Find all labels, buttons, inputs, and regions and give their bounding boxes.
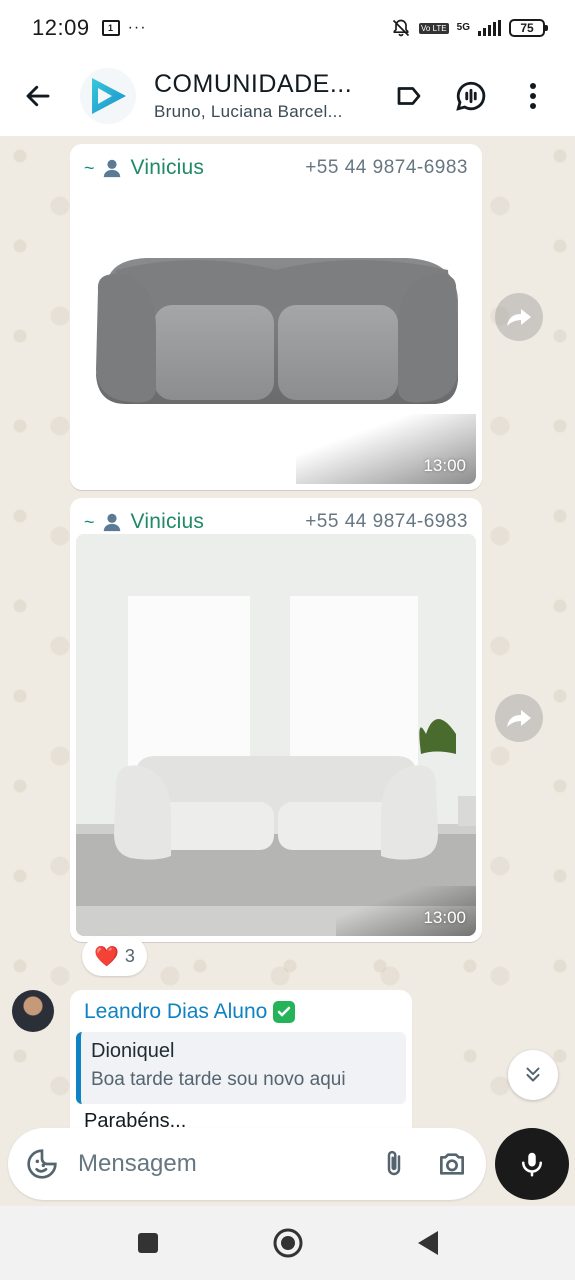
forward-button[interactable] xyxy=(495,293,543,341)
sender-name[interactable]: Vinicius xyxy=(131,510,205,534)
chat-header: COMUNIDADE... Bruno, Luciana Barcel... xyxy=(0,56,575,136)
forward-icon xyxy=(507,309,531,326)
status-bar: 12:09 1 ··· Vo LTE 5G 75 xyxy=(0,0,575,56)
status-right: Vo LTE 5G 75 xyxy=(391,18,548,38)
quote-author: Dioniquel xyxy=(91,1040,175,1062)
sender-row: ~ Vinicius +55 44 9874-6983 xyxy=(84,510,468,534)
camera-icon xyxy=(440,1153,464,1175)
nav-back-icon xyxy=(417,1231,438,1255)
message-bubble[interactable]: ~ Vinicius +55 44 9874-6983 13:00 xyxy=(70,498,482,942)
group-members: Bruno, Luciana Barcel... xyxy=(154,102,343,121)
header-actions xyxy=(389,76,553,116)
message-input[interactable] xyxy=(78,1150,354,1178)
voice-chat-button[interactable] xyxy=(451,76,491,116)
group-avatar[interactable] xyxy=(80,68,136,124)
status-time: 12:09 xyxy=(32,15,90,40)
group-title: COMUNIDADE... xyxy=(154,70,353,98)
scroll-down-button[interactable] xyxy=(508,1050,558,1100)
network-type: 5G xyxy=(456,22,470,33)
more-options-button[interactable] xyxy=(513,76,553,116)
system-nav-bar xyxy=(0,1206,575,1280)
heart-emoji: ❤️ xyxy=(94,945,119,968)
sender-row: Leandro Dias Aluno xyxy=(84,1000,296,1024)
sticker-icon xyxy=(27,1149,57,1179)
camera-button[interactable] xyxy=(434,1146,470,1182)
check-mark-icon xyxy=(273,1001,296,1023)
sender-row: ~ Vinicius +55 44 9874-6983 xyxy=(84,156,468,180)
quoted-message[interactable]: Dioniquel Boa tarde tarde sou novo aqui xyxy=(76,1032,406,1104)
bell-off-icon xyxy=(392,19,410,37)
signal-icon xyxy=(478,20,501,36)
forward-icon xyxy=(507,710,531,727)
more-vert-icon xyxy=(530,83,536,109)
nav-back-button[interactable] xyxy=(408,1223,448,1263)
mic-icon xyxy=(522,1152,542,1177)
nav-recent-button[interactable] xyxy=(128,1223,168,1263)
person-icon xyxy=(103,513,120,532)
tilde: ~ xyxy=(84,157,95,178)
scroll-down-icon xyxy=(526,1067,540,1082)
notification-badge-icon: 1 xyxy=(101,20,120,36)
avatar[interactable] xyxy=(12,990,54,1032)
message-time: 13:00 xyxy=(423,456,466,475)
reaction-count: 3 xyxy=(124,945,135,966)
forward-button[interactable] xyxy=(495,694,543,742)
sender-name[interactable]: Leandro Dias Aluno xyxy=(84,1000,267,1024)
play-logo-icon xyxy=(92,78,126,114)
quote-text: Boa tarde tarde sou novo aqui xyxy=(91,1069,346,1090)
person-icon xyxy=(103,159,120,178)
back-button[interactable] xyxy=(8,66,68,126)
tilde: ~ xyxy=(84,511,95,532)
message-bubble[interactable]: Leandro Dias Aluno Dioniquel Boa tarde t… xyxy=(70,990,412,1136)
sender-name[interactable]: Vinicius xyxy=(131,156,205,180)
attach-icon xyxy=(387,1150,401,1176)
back-arrow-icon xyxy=(26,85,50,107)
sticker-button[interactable] xyxy=(24,1146,60,1182)
reaction-chip[interactable]: ❤️ 3 xyxy=(82,936,147,976)
room-sofa-image[interactable]: 13:00 xyxy=(76,534,476,936)
message-bubble[interactable]: ~ Vinicius +55 44 9874-6983 13:00 xyxy=(70,144,482,490)
sender-phone[interactable]: +55 44 9874-6983 xyxy=(305,157,468,179)
chat-area[interactable]: ~ Vinicius +55 44 9874-6983 13:00 ~ Vini… xyxy=(0,136,575,1136)
voice-chat-icon xyxy=(456,81,486,111)
nav-home-button[interactable] xyxy=(268,1223,308,1263)
volte-icon: Vo LTE xyxy=(419,22,449,34)
label-icon xyxy=(397,87,421,105)
header-text[interactable]: COMUNIDADE... Bruno, Luciana Barcel... xyxy=(154,70,369,122)
mic-button[interactable] xyxy=(495,1128,569,1200)
label-button[interactable] xyxy=(389,76,429,116)
room-graphic xyxy=(76,534,476,936)
nav-home-icon xyxy=(273,1228,302,1258)
battery-icon: 75 xyxy=(509,19,548,37)
message-time: 13:00 xyxy=(423,908,466,927)
status-more-dots: ··· xyxy=(127,19,147,36)
sender-phone[interactable]: +55 44 9874-6983 xyxy=(305,511,468,533)
nav-recent-icon xyxy=(137,1233,158,1253)
sofa-image[interactable]: 13:00 xyxy=(76,190,476,484)
composer xyxy=(8,1128,486,1200)
attach-button[interactable] xyxy=(376,1146,412,1182)
